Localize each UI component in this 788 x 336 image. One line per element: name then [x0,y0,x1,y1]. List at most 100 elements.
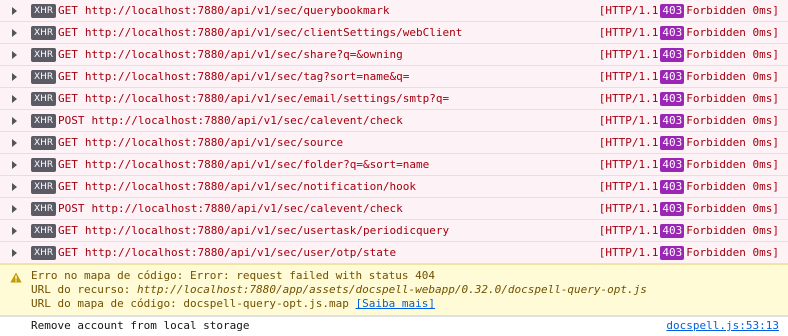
network-request-row[interactable]: XHR GET http://localhost:7880/api/v1/sec/… [0,22,788,44]
protocol: [HTTP/1.1 [598,92,659,105]
request-url[interactable]: http://localhost:7880/api/v1/sec/folder?… [85,158,429,171]
response-status: [HTTP/1.1 403 Forbidden 0ms] [599,26,779,40]
request-method: GET [58,70,78,83]
response-status: [HTTP/1.1 403 Forbidden 0ms] [599,70,779,84]
request-method: GET [58,4,78,17]
status-code-badge: 403 [660,92,685,106]
status-code-badge: 403 [660,224,685,238]
network-request-row[interactable]: XHR GET http://localhost:7880/api/v1/sec/… [0,176,788,198]
network-request-row[interactable]: XHR GET http://localhost:7880/api/v1/sec/… [0,220,788,242]
status-code-badge: 403 [660,158,685,172]
status-text: Forbidden 0ms] [686,136,779,149]
response-status: [HTTP/1.1 403 Forbidden 0ms] [599,4,779,18]
protocol: [HTTP/1.1 [598,70,659,83]
request-url[interactable]: http://localhost:7880/api/v1/sec/tag?sor… [85,70,410,83]
request-method: GET [58,48,78,61]
expand-arrow-icon[interactable] [12,227,17,235]
request-line[interactable]: GET http://localhost:7880/api/v1/sec/shar… [58,48,403,62]
request-line[interactable]: POST http://localhost:7880/api/v1/sec/cal… [58,202,403,216]
sourcemap-warning: Erro no mapa de código: Error: request f… [0,264,788,316]
response-status: [HTTP/1.1 403 Forbidden 0ms] [599,114,779,128]
request-url[interactable]: http://localhost:7880/api/v1/sec/caleven… [92,202,403,215]
status-text: Forbidden 0ms] [686,4,779,17]
expand-arrow-icon[interactable] [12,7,17,15]
request-url[interactable]: http://localhost:7880/api/v1/sec/email/s… [85,92,449,105]
status-text: Forbidden 0ms] [686,48,779,61]
resource-url-line: URL do recurso: http://localhost:7880/ap… [31,283,647,297]
log-source-link[interactable]: docspell.js:53:13 [666,319,779,333]
request-line[interactable]: GET http://localhost:7880/api/v1/sec/sour… [58,136,343,150]
network-request-row[interactable]: XHR POST http://localhost:7880/api/v1/sec… [0,198,788,220]
status-text: Forbidden 0ms] [686,26,779,39]
xhr-badge: XHR [31,202,57,216]
request-url[interactable]: http://localhost:7880/api/v1/sec/share?q… [85,48,403,61]
request-line[interactable]: GET http://localhost:7880/api/v1/sec/noti… [58,180,416,194]
status-code-badge: 403 [660,202,685,216]
protocol: [HTTP/1.1 [598,26,659,39]
request-line[interactable]: GET http://localhost:7880/api/v1/sec/user… [58,246,396,260]
request-method: GET [58,158,78,171]
request-line[interactable]: GET http://localhost:7880/api/v1/sec/tag?… [58,70,409,84]
expand-arrow-icon[interactable] [12,183,17,191]
protocol: [HTTP/1.1 [598,4,659,17]
status-code-badge: 403 [660,180,685,194]
expand-arrow-icon[interactable] [12,51,17,59]
network-request-row[interactable]: XHR GET http://localhost:7880/api/v1/sec/… [0,66,788,88]
resource-url-label: URL do recurso: [31,283,137,296]
request-method: GET [58,246,78,259]
xhr-badge: XHR [31,158,57,172]
network-request-row[interactable]: XHR POST http://localhost:7880/api/v1/sec… [0,110,788,132]
console-log-row: Remove account from local storage docspe… [0,316,788,336]
request-url[interactable]: http://localhost:7880/api/v1/sec/source [85,136,343,149]
network-request-row[interactable]: XHR GET http://localhost:7880/api/v1/sec/… [0,132,788,154]
status-text: Forbidden 0ms] [686,246,779,259]
network-request-row[interactable]: XHR GET http://localhost:7880/api/v1/sec/… [0,154,788,176]
learn-more-link[interactable]: [Saiba mais] [356,297,435,310]
status-code-badge: 403 [660,4,685,18]
expand-arrow-icon[interactable] [12,95,17,103]
request-method: GET [58,180,78,193]
warning-message: Erro no mapa de código: Error: request f… [31,269,435,282]
expand-arrow-icon[interactable] [12,161,17,169]
expand-arrow-icon[interactable] [12,205,17,213]
expand-arrow-icon[interactable] [12,117,17,125]
network-request-row[interactable]: XHR GET http://localhost:7880/api/v1/sec/… [0,44,788,66]
expand-arrow-icon[interactable] [12,139,17,147]
request-line[interactable]: GET http://localhost:7880/api/v1/sec/fold… [58,158,429,172]
status-text: Forbidden 0ms] [686,114,779,127]
request-method: GET [58,26,78,39]
request-url[interactable]: http://localhost:7880/api/v1/sec/usertas… [85,224,449,237]
network-request-row[interactable]: XHR GET http://localhost:7880/api/v1/sec/… [0,0,788,22]
protocol: [HTTP/1.1 [598,114,659,127]
warning-icon [10,272,22,283]
expand-arrow-icon[interactable] [12,73,17,81]
protocol: [HTTP/1.1 [598,48,659,61]
request-line[interactable]: GET http://localhost:7880/api/v1/sec/clie… [58,26,462,40]
response-status: [HTTP/1.1 403 Forbidden 0ms] [599,180,779,194]
response-status: [HTTP/1.1 403 Forbidden 0ms] [599,48,779,62]
request-line[interactable]: GET http://localhost:7880/api/v1/sec/user… [58,224,449,238]
status-code-badge: 403 [660,70,685,84]
network-request-row[interactable]: XHR GET http://localhost:7880/api/v1/sec/… [0,88,788,110]
request-url[interactable]: http://localhost:7880/api/v1/sec/caleven… [92,114,403,127]
network-request-row[interactable]: XHR GET http://localhost:7880/api/v1/sec/… [0,242,788,264]
request-line[interactable]: GET http://localhost:7880/api/v1/sec/quer… [58,4,390,18]
protocol: [HTTP/1.1 [598,136,659,149]
request-url[interactable]: http://localhost:7880/api/v1/sec/user/ot… [85,246,396,259]
request-url[interactable]: http://localhost:7880/api/v1/sec/querybo… [85,4,390,17]
request-url[interactable]: http://localhost:7880/api/v1/sec/clientS… [85,26,463,39]
request-line[interactable]: GET http://localhost:7880/api/v1/sec/emai… [58,92,449,106]
expand-arrow-icon[interactable] [12,249,17,257]
status-text: Forbidden 0ms] [686,202,779,215]
status-text: Forbidden 0ms] [686,180,779,193]
protocol: [HTTP/1.1 [598,224,659,237]
response-status: [HTTP/1.1 403 Forbidden 0ms] [599,158,779,172]
xhr-badge: XHR [31,70,57,84]
request-method: GET [58,136,78,149]
expand-arrow-icon[interactable] [12,29,17,37]
resource-url: http://localhost:7880/app/assets/docspel… [136,283,647,296]
request-url[interactable]: http://localhost:7880/api/v1/sec/notific… [85,180,416,193]
request-line[interactable]: POST http://localhost:7880/api/v1/sec/cal… [58,114,403,128]
status-text: Forbidden 0ms] [686,92,779,105]
xhr-badge: XHR [31,92,57,106]
